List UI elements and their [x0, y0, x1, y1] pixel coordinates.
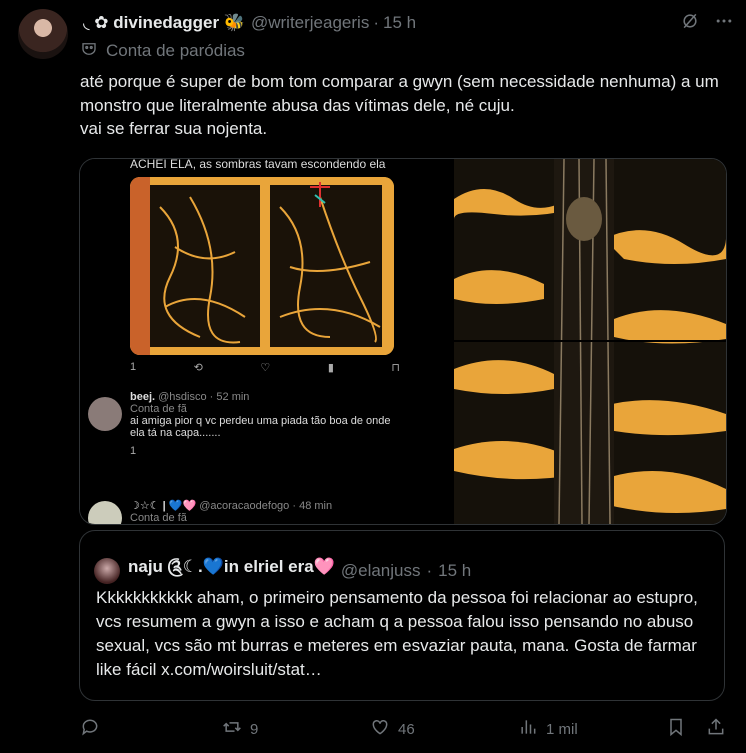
reply-button[interactable]: [80, 717, 108, 741]
embed-reply2-badge: Conta de fã: [130, 512, 187, 524]
embed-reply2-avatar: [88, 501, 122, 524]
post-actions-bar: 9 46 1 mil: [80, 715, 730, 743]
embed-reply2-time: 48 min: [299, 500, 333, 512]
embed-reply1-handle: @hsdisco: [158, 391, 207, 403]
embed-reply2-name: ☽☆☾ | 💙🩷: [130, 500, 197, 512]
separator-dot: ·: [373, 13, 379, 32]
embed-reply1-count: 1: [130, 445, 137, 457]
author-avatar[interactable]: [18, 9, 68, 59]
bookmark-icon: [666, 717, 686, 741]
embed-reply2-handle: @acoracaodefogo: [199, 500, 290, 512]
embed-caption: ACHEI ELA, as sombras tavam escondendo e…: [130, 159, 386, 171]
retweet-icon: [222, 717, 242, 741]
retweet-button[interactable]: 9: [222, 717, 258, 741]
embed-like-icon: ♡: [260, 362, 271, 374]
grok-icon[interactable]: [680, 11, 700, 36]
views-button[interactable]: 1 mil: [518, 717, 578, 741]
author-display-name[interactable]: ◟ ✿ divinedagger 🐝: [83, 13, 245, 33]
reply-icon: [80, 717, 100, 741]
views-count: 1 mil: [546, 720, 578, 738]
embed-reply1-avatar: [88, 397, 122, 431]
header-actions: [680, 11, 734, 36]
share-icon: [706, 717, 726, 741]
bookmark-button[interactable]: [666, 717, 686, 741]
quoted-post[interactable]: naju ༊☾.💙in elriel era🩷 @elanjuss · 15 h…: [79, 530, 725, 701]
post-timestamp[interactable]: 15 h: [383, 13, 416, 33]
embed-views-icon: ▮: [327, 362, 334, 374]
more-options-icon[interactable]: [714, 11, 734, 36]
embed-bookmark-icon: ⊓: [391, 362, 400, 374]
post-text: até porque é super de bom tom comparar a…: [80, 72, 719, 138]
embed-reply1: beej. @hsdisco · 52 min Conta de fã ai a…: [130, 391, 454, 457]
share-button[interactable]: [706, 717, 726, 741]
retweet-count: 9: [250, 720, 259, 738]
embed-actions: 1 ⟲ ♡ ▮ ⊓: [130, 361, 400, 374]
heart-icon: [370, 717, 390, 741]
embed-reply1-text: ai amiga pior q vc perdeu uma piada tão …: [130, 415, 391, 439]
views-icon: [518, 717, 538, 741]
embed-artwork-image: [130, 177, 394, 355]
parody-badge: Conta de paródias: [80, 40, 245, 62]
quoted-separator: ·: [426, 561, 433, 580]
embed-reply-count: 1: [130, 361, 137, 373]
quoted-timestamp: 15 h: [438, 561, 472, 580]
media-image-screenshot[interactable]: ACHEI ELA, as sombras tavam escondendo e…: [80, 159, 454, 524]
quoted-author-avatar: [94, 558, 120, 584]
embed-reply1-time: 52 min: [216, 391, 250, 403]
post-header: ◟ ✿ divinedagger 🐝 @writerjeageris · 15 …: [83, 11, 734, 35]
embed-reply2: ☽☆☾ | 💙🩷 @acoracaodefogo · 48 min Conta …: [130, 499, 454, 524]
parody-label: Conta de paródias: [106, 41, 245, 60]
embed-retweet-icon: ⟲: [193, 362, 203, 374]
media-grid[interactable]: ACHEI ELA, as sombras tavam escondendo e…: [79, 158, 727, 525]
quoted-author-handle: @elanjuss: [340, 561, 421, 580]
like-button[interactable]: 46: [370, 717, 415, 741]
media-image-artwork[interactable]: [454, 159, 726, 524]
embed-reply1-name: beej.: [130, 391, 156, 403]
mask-icon: [80, 40, 98, 63]
author-handle[interactable]: @writerjeageris: [251, 13, 369, 33]
quoted-post-text: Kkkkkkkkkkk aham, o primeiro pensamento …: [96, 588, 698, 679]
embed-reply1-badge: Conta de fã: [130, 403, 187, 415]
like-count: 46: [398, 720, 415, 738]
